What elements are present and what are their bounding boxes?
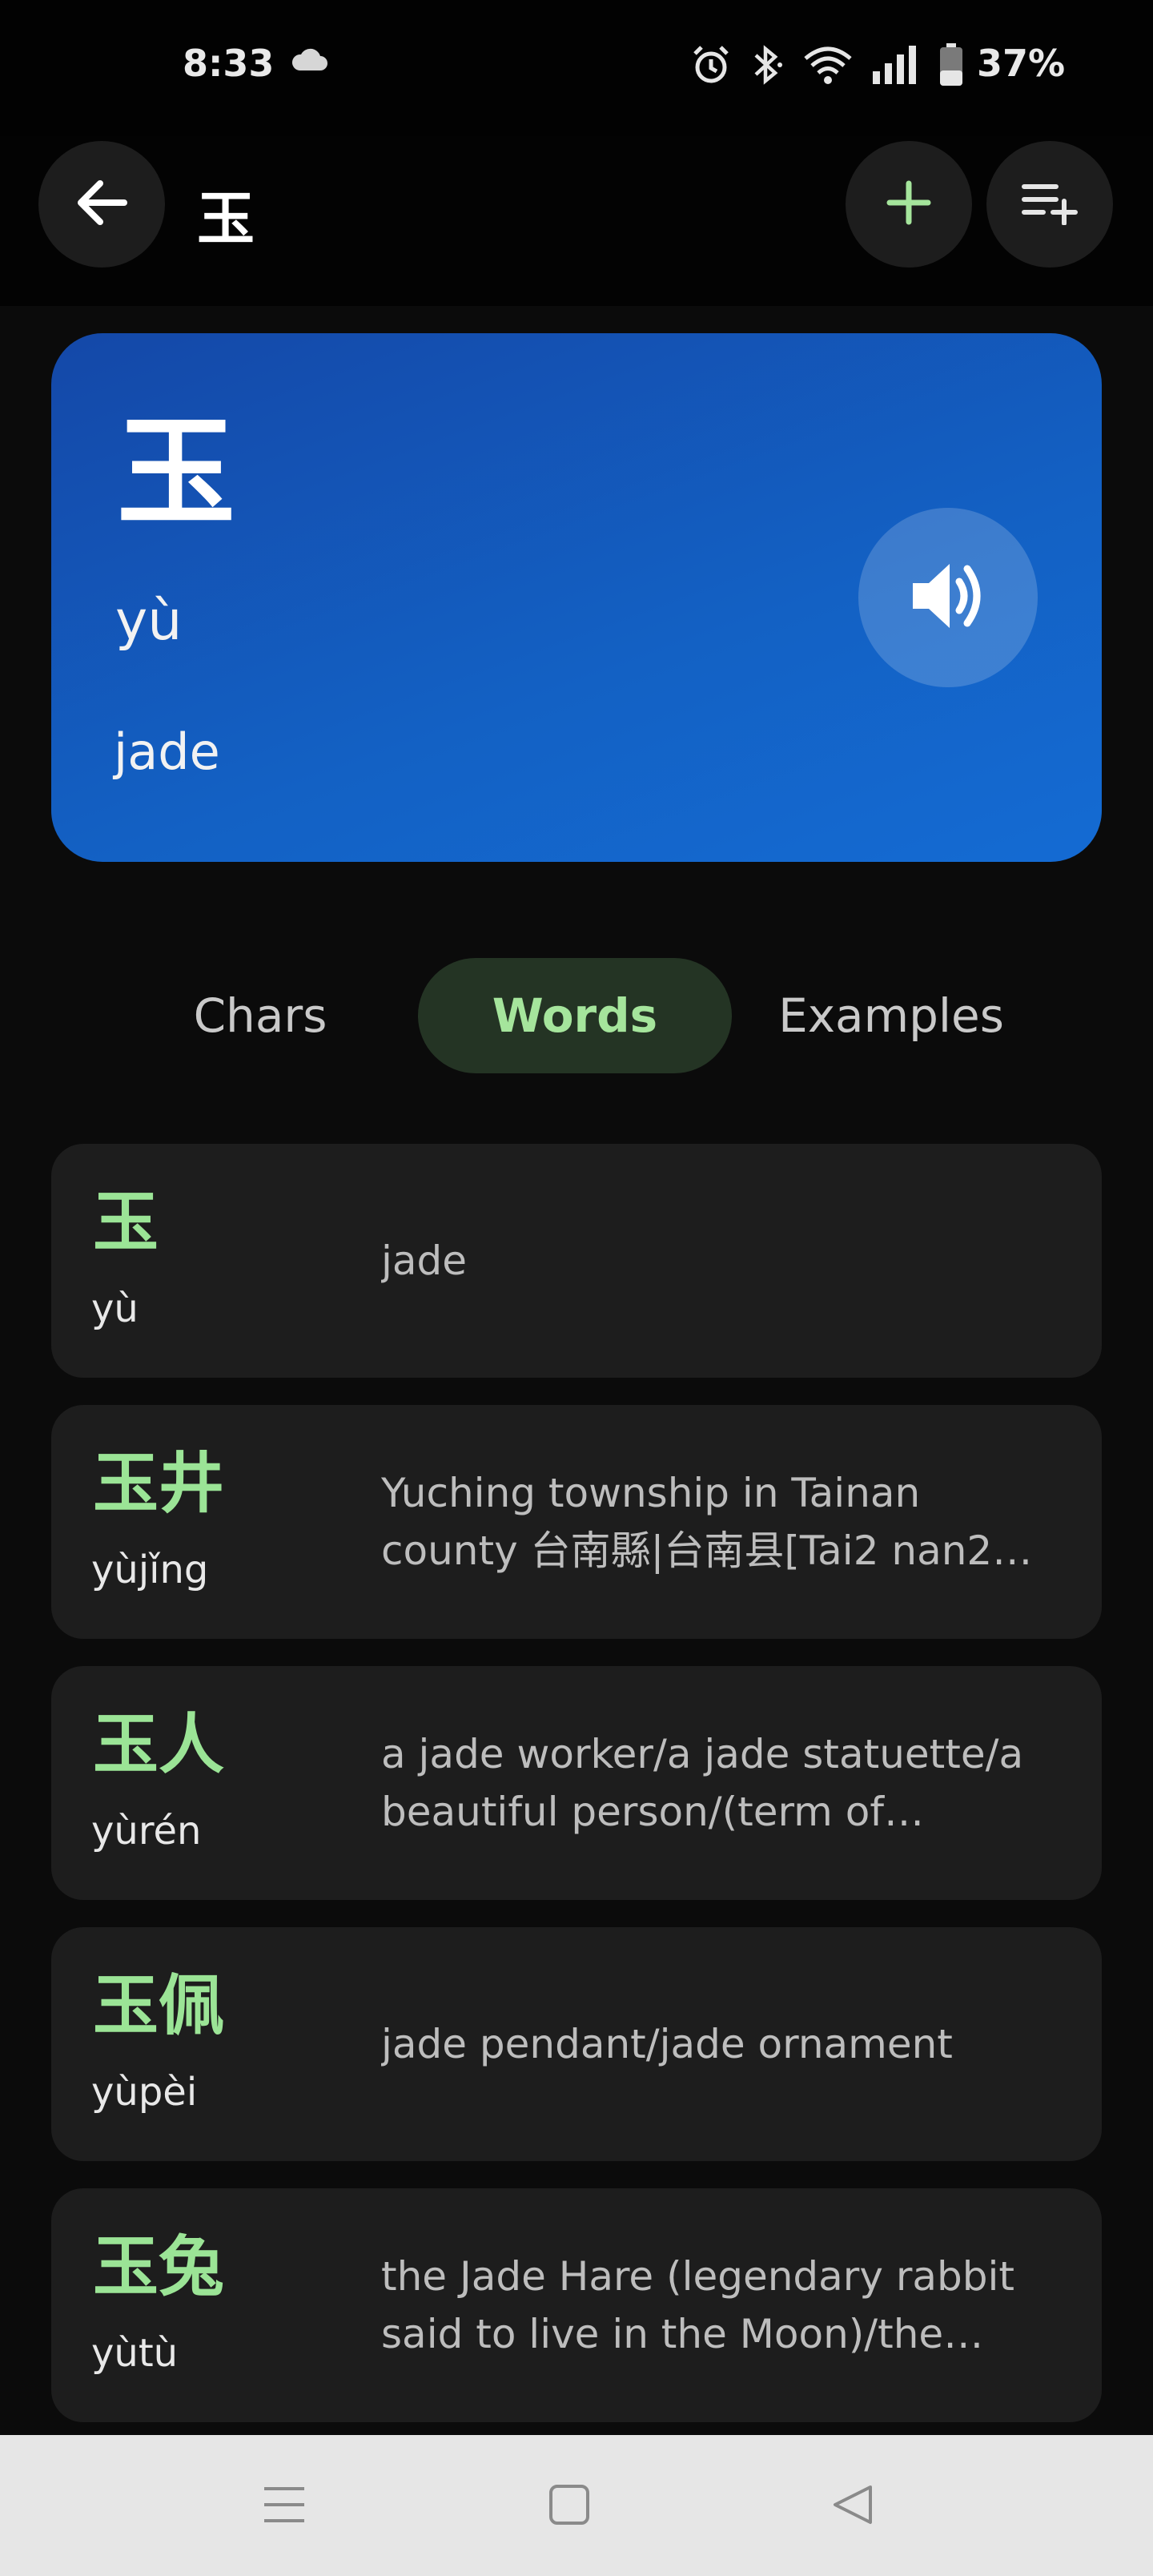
word-definition: jade pendant/jade ornament <box>381 2021 953 2067</box>
tab-chars[interactable]: Chars <box>160 958 360 1073</box>
word-pinyin: yùtù <box>91 2331 179 2376</box>
status-bar: 8:33 37% <box>0 0 1153 136</box>
alarm-icon <box>690 44 732 89</box>
tab-examples[interactable]: Examples <box>759 958 1023 1073</box>
word-definition: Yuching township in Tainan county 台南縣|台南… <box>381 1470 993 1574</box>
hero-meaning: jade <box>114 722 220 781</box>
page-title: 玉 <box>197 185 255 252</box>
signal-icon <box>871 44 921 89</box>
word-definition: jade <box>381 1238 468 1284</box>
hero-pinyin: yù <box>115 590 183 653</box>
menu-icon[interactable] <box>256 2477 312 2533</box>
back-button[interactable] <box>38 141 165 268</box>
play-audio-button[interactable] <box>858 508 1038 687</box>
cloud-icon <box>290 48 328 75</box>
character-card: 玉 yù jade <box>51 333 1102 862</box>
status-time: 8:33 <box>183 42 275 85</box>
word-pinyin: yùrén <box>91 1809 202 1854</box>
list-item[interactable]: 玉兔 yùtù the Jade Hare (legendary rabbit … <box>51 2188 1102 2422</box>
word-hanzi: 玉佩 <box>93 1968 225 2044</box>
word-definition: a jade worker/a jade statuette/a beautif… <box>381 1731 1024 1835</box>
list-item[interactable]: 玉佩 yùpèi jade pendant/jade ornament <box>51 1927 1102 2161</box>
plus-icon <box>886 180 931 228</box>
battery-percent: 37% <box>977 42 1066 85</box>
word-hanzi: 玉兔 <box>93 2229 225 2305</box>
word-definition: the Jade Hare (legendary rabbit said to … <box>381 2253 1015 2357</box>
list-item[interactable]: 玉人 yùrén a jade worker/a jade statuette/… <box>51 1666 1102 1900</box>
add-to-list-button[interactable] <box>986 141 1113 268</box>
word-pinyin: yùpèi <box>91 2070 198 2115</box>
volume-icon <box>908 557 988 638</box>
wifi-icon <box>802 44 854 89</box>
list-item[interactable]: 玉 yù jade <box>51 1144 1102 1378</box>
battery-icon <box>938 43 964 90</box>
playlist-add-icon <box>1021 180 1079 228</box>
home-square-icon[interactable] <box>541 2477 597 2533</box>
arrow-left-icon <box>76 179 127 230</box>
word-pinyin: yùjǐng <box>91 1548 209 1592</box>
app-bar <box>0 136 1153 306</box>
word-hanzi: 玉井 <box>93 1446 225 1522</box>
back-triangle-icon[interactable] <box>825 2477 881 2533</box>
bluetooth-icon <box>749 44 785 89</box>
list-item[interactable]: 玉井 yùjǐng Yuching township in Tainan cou… <box>51 1405 1102 1639</box>
word-hanzi: 玉 <box>93 1185 159 1261</box>
tab-words[interactable]: Words <box>418 958 732 1073</box>
word-hanzi: 玉人 <box>93 1707 225 1783</box>
system-nav-bar <box>0 2435 1153 2576</box>
hero-character: 玉 <box>117 404 235 541</box>
word-pinyin: yù <box>91 1286 139 1331</box>
add-button[interactable] <box>846 141 972 268</box>
